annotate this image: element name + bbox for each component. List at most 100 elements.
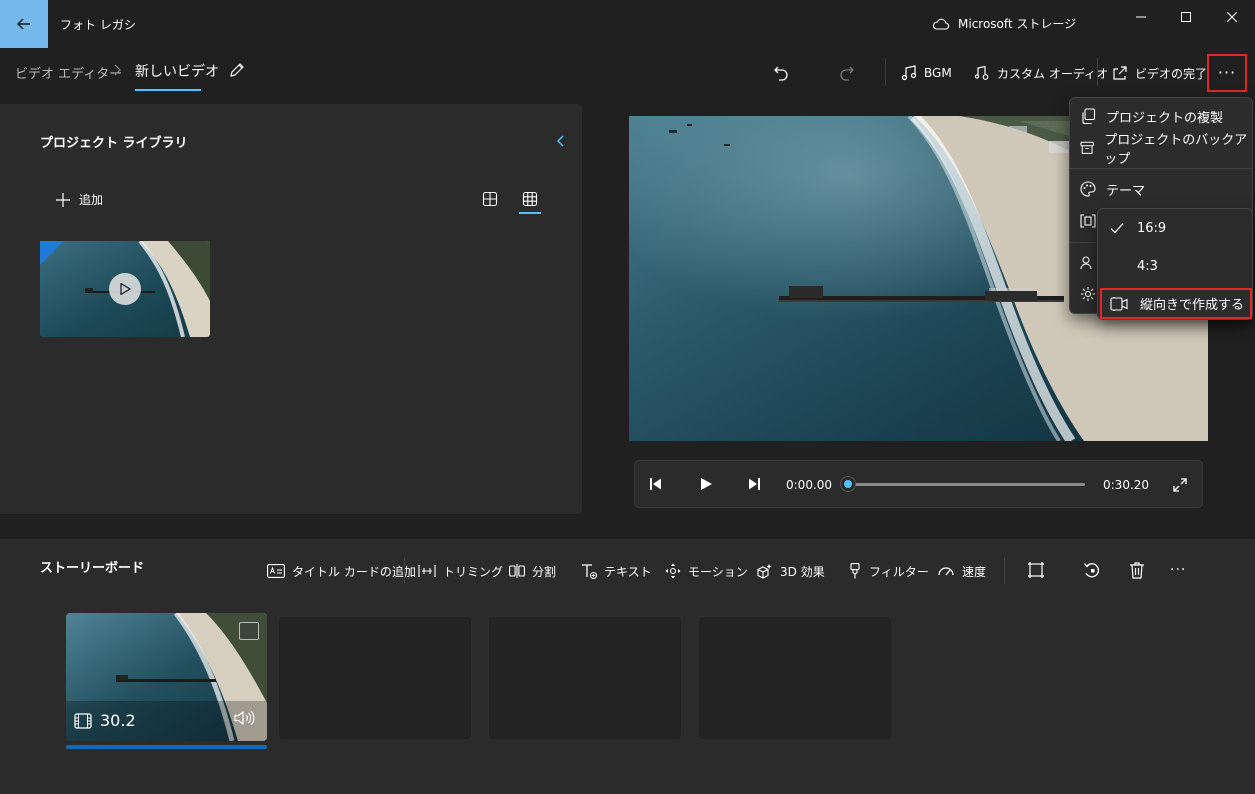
speed-label: 速度 xyxy=(962,564,987,579)
project-library-title: プロジェクト ライブラリ xyxy=(40,136,188,151)
expand-icon xyxy=(1173,478,1187,492)
speed-button[interactable]: 速度 xyxy=(937,563,986,579)
more-icon: ··· xyxy=(1217,63,1237,82)
gear-icon xyxy=(1081,287,1095,301)
finish-video-button[interactable]: ビデオの完了 xyxy=(1112,60,1207,86)
checkmark-icon xyxy=(1110,223,1124,234)
motion-label: モーション xyxy=(688,564,748,579)
aspect-option-16-9[interactable]: 16:9 xyxy=(1110,218,1166,238)
music-note-icon xyxy=(901,65,917,81)
rotate-button[interactable] xyxy=(1083,561,1101,579)
seek-bar[interactable] xyxy=(847,483,1085,486)
crop-icon xyxy=(1028,562,1044,578)
plus-icon xyxy=(56,192,70,207)
more-options-button[interactable]: ··· xyxy=(1207,54,1247,92)
3d-effects-label: 3D 効果 xyxy=(780,564,825,579)
menu-item-people[interactable] xyxy=(1080,252,1096,274)
aspect-label-16-9: 16:9 xyxy=(1137,220,1167,236)
trim-button[interactable]: トリミング xyxy=(418,563,503,579)
rotate-icon xyxy=(1084,563,1099,578)
menu-item-theme[interactable]: テーマ xyxy=(1080,178,1145,200)
play-thumbnail-button[interactable] xyxy=(109,273,141,305)
redo-icon xyxy=(840,66,854,81)
maximize-button[interactable] xyxy=(1163,0,1209,34)
text-label: テキスト xyxy=(604,564,652,579)
close-window-button[interactable] xyxy=(1209,0,1255,34)
seek-thumb[interactable] xyxy=(841,477,855,491)
clip-duration-value: 30.2 xyxy=(100,711,136,730)
next-frame-button[interactable] xyxy=(747,477,761,491)
back-button[interactable] xyxy=(0,0,48,48)
custom-audio-icon xyxy=(974,65,989,80)
chevron-left-icon xyxy=(556,135,564,147)
storyboard-title: ストーリーボード xyxy=(40,561,145,576)
total-time: 0:30.20 xyxy=(1103,478,1150,492)
storyboard-divider xyxy=(404,558,405,584)
menu-item-settings[interactable] xyxy=(1080,283,1096,305)
share-icon xyxy=(1113,66,1127,80)
large-grid-view-button[interactable] xyxy=(482,191,498,207)
previous-frame-button[interactable] xyxy=(649,477,663,491)
view-selected-indicator xyxy=(519,212,541,214)
skip-forward-icon xyxy=(749,478,760,490)
person-icon xyxy=(1080,256,1092,270)
motion-button[interactable]: モーション xyxy=(665,563,748,579)
maximize-icon xyxy=(1181,12,1191,22)
motion-icon xyxy=(665,563,681,579)
storage-label: Microsoft ストレージ xyxy=(958,17,1077,31)
add-media-button[interactable]: 追加 xyxy=(56,191,103,208)
custom-audio-button[interactable]: カスタム オーディオ xyxy=(974,60,1108,86)
storage-button[interactable]: Microsoft ストレージ xyxy=(932,15,1076,32)
collapse-library-button[interactable] xyxy=(556,133,566,149)
fullscreen-button[interactable] xyxy=(1172,477,1188,493)
3d-effects-icon xyxy=(757,564,772,579)
menu-item-aspect-ratio[interactable] xyxy=(1080,210,1096,232)
make-portrait-option[interactable]: 縦向きで作成する xyxy=(1100,288,1252,319)
aspect-label-4-3: 4:3 xyxy=(1137,258,1158,274)
copy-icon xyxy=(1082,108,1096,124)
empty-clip-slot xyxy=(279,617,471,739)
add-label: 追加 xyxy=(79,193,104,207)
text-button[interactable]: テキスト xyxy=(581,563,652,579)
menu-item-duplicate-project[interactable]: プロジェクトの複製 xyxy=(1080,105,1223,127)
rename-button[interactable] xyxy=(228,61,246,79)
add-title-card-label: タイトル カードの追加 xyxy=(292,564,416,579)
custom-audio-label: カスタム オーディオ xyxy=(997,66,1108,81)
toolbar-divider xyxy=(885,58,886,86)
split-icon xyxy=(509,564,525,578)
storyboard-more-button[interactable]: ··· xyxy=(1170,562,1186,578)
redo-button[interactable] xyxy=(838,60,856,86)
speedometer-icon xyxy=(938,567,954,576)
clip-volume-button[interactable] xyxy=(233,710,255,726)
small-grid-view-button[interactable] xyxy=(522,191,538,207)
crop-button[interactable] xyxy=(1027,561,1045,579)
minimize-button[interactable] xyxy=(1118,0,1164,34)
back-arrow-icon xyxy=(17,18,30,30)
empty-clip-slot xyxy=(489,617,681,739)
delete-clip-button[interactable] xyxy=(1128,561,1146,579)
minimize-icon xyxy=(1136,16,1146,18)
make-portrait-label: 縦向きで作成する xyxy=(1140,298,1245,313)
3d-effects-button[interactable]: 3D 効果 xyxy=(757,563,825,579)
aspect-option-4-3[interactable]: 4:3 xyxy=(1110,256,1158,276)
menu-divider xyxy=(1070,168,1252,169)
menu-item-backup-project[interactable]: プロジェクトのバックアップ xyxy=(1080,133,1255,167)
undo-button[interactable] xyxy=(772,60,790,86)
split-label: 分割 xyxy=(532,564,557,579)
skip-back-icon xyxy=(650,478,661,490)
split-button[interactable]: 分割 xyxy=(509,563,556,579)
play-icon xyxy=(120,282,131,296)
bgm-button[interactable]: BGM xyxy=(901,60,952,86)
filters-button[interactable]: フィルター xyxy=(848,563,929,579)
breadcrumb-current: 新しいビデオ xyxy=(135,64,219,80)
breadcrumb-video-editor[interactable]: ビデオ エディター xyxy=(15,63,122,82)
play-button[interactable] xyxy=(699,477,713,491)
add-title-card-button[interactable]: タイトル カードの追加 xyxy=(267,563,416,579)
undo-icon xyxy=(774,66,788,81)
play-icon xyxy=(701,478,712,490)
trash-icon xyxy=(1130,562,1144,579)
speaker-icon xyxy=(234,710,255,726)
breadcrumb-underline xyxy=(135,89,201,91)
grid-2x2-icon xyxy=(482,191,498,207)
portrait-video-icon xyxy=(1110,296,1128,311)
